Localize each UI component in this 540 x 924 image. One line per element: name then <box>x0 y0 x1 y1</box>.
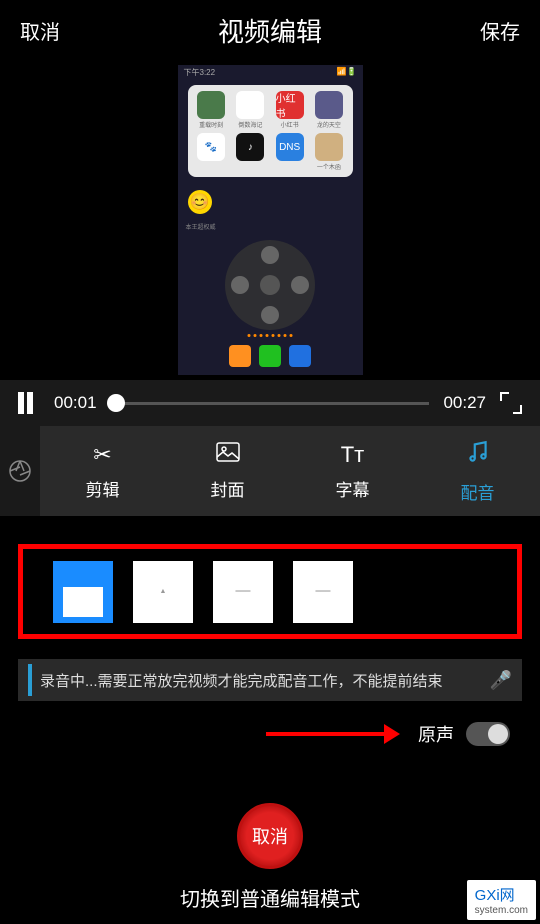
edit-toolbar: ✂剪辑封面Tᴛ字幕配音 <box>0 426 540 516</box>
toolbar-字幕[interactable]: Tᴛ字幕 <box>290 426 415 516</box>
app-icon: 龙的天空 <box>311 91 346 129</box>
app-icon: 一个木函 <box>311 133 346 171</box>
bottom-dock <box>229 345 311 367</box>
phone-screen-preview: 下午3:22 📶🔋 重载时刻🎙倒数海记小红书小红书龙的天空 🐾♪DNS一个木函 😊… <box>178 65 363 375</box>
progress-slider[interactable] <box>111 402 430 405</box>
app-icon: DNS <box>272 133 307 171</box>
page-title: 视频编辑 <box>218 12 322 49</box>
original-sound-label: 原声 <box>418 721 454 747</box>
radial-menu <box>225 240 315 330</box>
app-icon: 🐾 <box>194 133 229 171</box>
emoji-icon: 😊 <box>188 190 212 214</box>
status-icons: 📶🔋 <box>337 67 357 78</box>
toolbar-配音[interactable]: 配音 <box>415 426 540 516</box>
cancel-record-button[interactable]: 取消 <box>237 803 303 869</box>
arrow-indicator <box>266 732 386 736</box>
original-sound-toggle[interactable] <box>466 722 510 746</box>
video-preview[interactable]: 下午3:22 📶🔋 重载时刻🎙倒数海记小红书小红书龙的天空 🐾♪DNS一个木函 😊… <box>0 60 540 380</box>
playback-controls: 00:01 00:27 <box>0 380 540 426</box>
app-icon: ♪ <box>233 133 268 171</box>
recording-text: 录音中...需要正常放完视频才能完成配音工作，不能提前结束 <box>40 670 490 691</box>
timeline-frame: ═══ <box>293 561 353 623</box>
recording-marker <box>28 664 32 696</box>
cancel-button[interactable]: 取消 <box>20 16 60 45</box>
total-time: 00:27 <box>443 393 486 413</box>
timeline-frame: ▲ <box>133 561 193 623</box>
microphone-icon: 🎤 <box>490 670 512 691</box>
app-panel: 重载时刻🎙倒数海记小红书小红书龙的天空 🐾♪DNS一个木函 <box>188 85 353 177</box>
switch-mode-button[interactable]: 切换到普通编辑模式 <box>180 883 360 912</box>
timeline-frame: ═══ <box>213 561 273 623</box>
aperture-tab[interactable] <box>0 426 40 516</box>
save-button[interactable]: 保存 <box>480 16 520 45</box>
timeline-frame <box>53 561 113 623</box>
toolbar-封面[interactable]: 封面 <box>165 426 290 516</box>
timeline-track[interactable]: ▲ ═══ ═══ <box>18 544 522 639</box>
watermark: GXi网 system.com <box>467 880 536 920</box>
toolbar-剪辑[interactable]: ✂剪辑 <box>40 426 165 516</box>
recording-status: 录音中...需要正常放完视频才能完成配音工作，不能提前结束 🎤 <box>18 659 522 701</box>
app-icon: 重载时刻 <box>194 91 229 129</box>
status-time: 下午3:22 <box>184 67 216 78</box>
fullscreen-button[interactable] <box>500 392 522 414</box>
emoji-label: 本王超权威 <box>186 222 363 231</box>
app-icon: 🎙倒数海记 <box>233 91 268 129</box>
pause-button[interactable] <box>18 392 40 414</box>
app-icon: 小红书小红书 <box>272 91 307 129</box>
current-time: 00:01 <box>54 393 97 413</box>
pagination-dots <box>248 334 293 337</box>
